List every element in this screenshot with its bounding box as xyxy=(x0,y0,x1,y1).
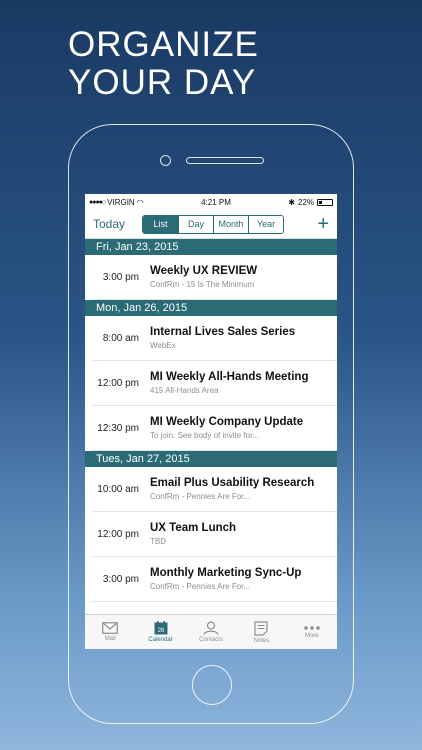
agenda-list: Fri, Jan 23, 2015 3:00 pm Weekly UX REVI… xyxy=(85,239,337,602)
tab-calendar[interactable]: 26 Calendar xyxy=(135,615,185,649)
day-header: Tues, Jan 27, 2015 xyxy=(85,451,337,467)
event-title: MI Weekly All-Hands Meeting xyxy=(150,371,309,383)
tab-label: Calendar xyxy=(148,637,173,643)
event-time: 10:00 am xyxy=(97,483,139,495)
calendar-toolbar: Today List Day Month Year + xyxy=(85,210,337,239)
event-row[interactable]: 10:00 am Email Plus Usability Research C… xyxy=(91,467,337,512)
event-title: Weekly UX REVIEW xyxy=(150,265,258,277)
battery-percent: 22% xyxy=(297,197,314,207)
speaker-icon xyxy=(186,157,264,164)
calendar-icon: 26 xyxy=(154,621,168,635)
promo-line-2: YOUR DAY xyxy=(68,63,257,102)
event-time: 12:00 pm xyxy=(97,377,139,389)
event-location: 415 All-Hands Area xyxy=(150,386,219,395)
day-header: Fri, Jan 23, 2015 xyxy=(85,239,337,255)
battery-icon xyxy=(316,198,333,206)
event-title: MI Weekly Company Update xyxy=(150,416,304,428)
home-button[interactable] xyxy=(192,665,232,705)
view-day-button[interactable]: Day xyxy=(178,215,213,233)
view-switcher: List Day Month Year xyxy=(142,214,284,234)
event-location: WebEx xyxy=(150,341,176,350)
event-row[interactable]: 12:00 pm UX Team Lunch TBD xyxy=(91,512,337,557)
tab-notes[interactable]: Notes xyxy=(236,615,286,649)
contacts-icon xyxy=(203,621,219,635)
view-year-button[interactable]: Year xyxy=(248,215,283,233)
event-time: 3:00 pm xyxy=(102,271,139,283)
event-time: 12:00 pm xyxy=(97,528,139,540)
event-row[interactable]: 8:00 am Internal Lives Sales Series WebE… xyxy=(91,316,337,361)
event-time: 8:00 am xyxy=(102,332,139,344)
promo-line-1: ORGANIZE xyxy=(68,25,259,64)
tab-label: Mail xyxy=(104,636,116,642)
event-title: Email Plus Usability Research xyxy=(150,477,315,489)
event-title: Monthly Marketing Sync-Up xyxy=(150,567,302,579)
promo-headline: ORGANIZE YOUR DAY xyxy=(68,26,259,102)
tab-label: Contacts xyxy=(199,637,223,643)
today-button[interactable]: Today xyxy=(93,217,142,231)
event-location: TBD xyxy=(150,537,166,546)
event-row[interactable]: 3:00 pm Weekly UX REVIEW ConfRm - 15 Is … xyxy=(91,255,337,300)
event-time: 3:00 pm xyxy=(102,573,139,585)
event-time: 12:30 pm xyxy=(97,422,139,434)
signal-icon: ●●●●○ xyxy=(89,198,106,206)
event-title: Internal Lives Sales Series xyxy=(150,326,296,338)
event-location: To join: See body of invite for... xyxy=(150,431,259,440)
mail-icon xyxy=(102,622,119,634)
carrier-label: VIRGIN xyxy=(107,197,135,207)
bluetooth-icon: ✱ xyxy=(288,197,295,207)
status-bar: ●●●●○ VIRGIN ◠ 4:21 PM ✱ 22% xyxy=(85,194,337,210)
add-event-button[interactable]: + xyxy=(317,214,329,234)
notes-icon xyxy=(254,620,269,636)
calendar-badge: 26 xyxy=(157,628,164,634)
view-month-button[interactable]: Month xyxy=(213,215,248,233)
tab-more[interactable]: More xyxy=(287,615,337,649)
event-row[interactable]: 12:30 pm MI Weekly Company Update To joi… xyxy=(91,406,337,451)
event-location: ConfRm - 15 Is The Minimum xyxy=(150,280,255,289)
event-location: ConfRm - Pennies Are For... xyxy=(150,492,251,501)
event-row[interactable]: 12:00 pm MI Weekly All-Hands Meeting 415… xyxy=(91,361,337,406)
tab-bar: Mail 26 Calendar Contacts Notes More xyxy=(85,614,337,649)
event-location: ConfRm - Pennies Are For... xyxy=(150,582,251,591)
wifi-icon: ◠ xyxy=(136,197,144,207)
tab-label: More xyxy=(304,633,319,639)
view-list-button[interactable]: List xyxy=(143,215,178,233)
app-screen: ●●●●○ VIRGIN ◠ 4:21 PM ✱ 22% Today List … xyxy=(85,194,337,649)
event-title: UX Team Lunch xyxy=(150,522,237,534)
day-header: Mon, Jan 26, 2015 xyxy=(85,300,337,316)
camera-icon xyxy=(160,155,171,166)
tab-label: Notes xyxy=(253,637,270,644)
tab-mail[interactable]: Mail xyxy=(85,615,135,649)
event-row[interactable]: 3:00 pm Monthly Marketing Sync-Up ConfRm… xyxy=(91,557,337,602)
more-icon xyxy=(304,626,320,630)
tab-contacts[interactable]: Contacts xyxy=(186,615,236,649)
status-time: 4:21 PM xyxy=(201,197,231,207)
